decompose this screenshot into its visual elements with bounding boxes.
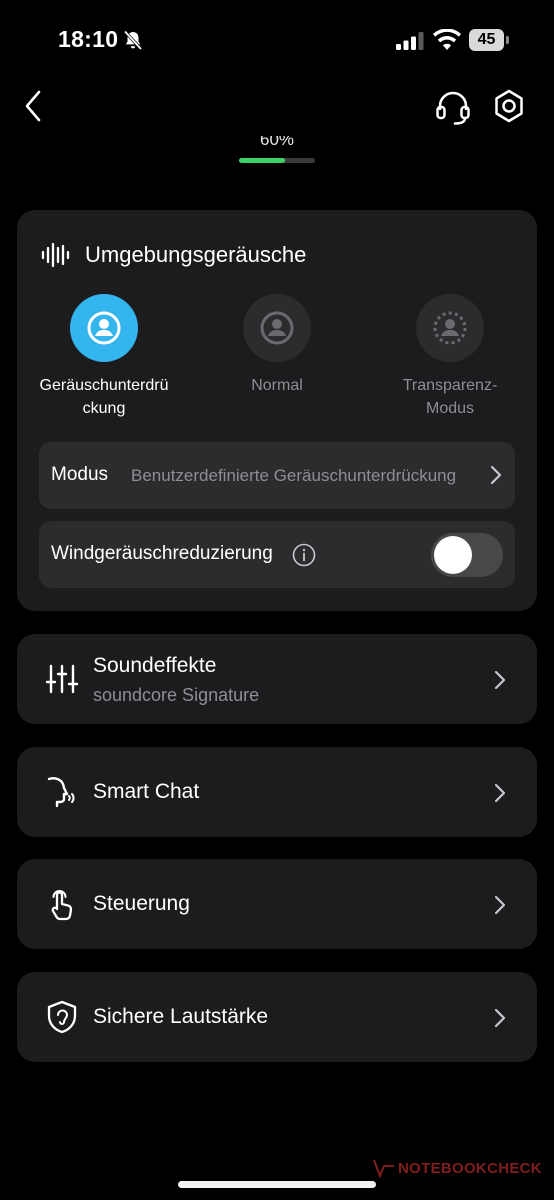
mode-transparency[interactable]: Transparenz- Modus — [363, 294, 537, 420]
chevron-right-icon — [494, 1008, 506, 1028]
modus-row[interactable]: Modus Benutzerdefinierte Geräuschunterdr… — [39, 442, 515, 509]
nav-steuerung[interactable]: Steuerung — [17, 859, 537, 949]
transparency-glyph — [433, 311, 467, 345]
nav-smart-chat[interactable]: Smart Chat — [17, 747, 537, 837]
chevron-right-icon — [490, 465, 502, 485]
mode-noise-cancelling[interactable]: Geräuschunterdrü ckung — [17, 294, 191, 420]
gear-icon[interactable] — [491, 88, 527, 126]
status-time: 18:10 — [58, 26, 119, 52]
notebookcheck-logo-icon — [373, 1159, 394, 1178]
nav-sichere-lautstaerke[interactable]: Sichere Lautstärke — [17, 972, 537, 1062]
battery-bar-fill — [239, 158, 285, 163]
battery-icon: 45 — [469, 29, 509, 51]
noise-cancel-glyph — [87, 311, 121, 345]
bell-slash-icon — [123, 30, 143, 51]
mode-label: Normal — [251, 377, 303, 394]
ambient-sound-card: Umgebungsgeräusche Geräuschunterdrü ckun… — [17, 210, 537, 611]
modus-value: Benutzerdefinierte Geräuschunterdrückung — [131, 466, 457, 485]
headset-icon[interactable] — [434, 88, 472, 126]
nav-subtitle: soundcore Signature — [93, 685, 260, 705]
wifi-icon — [433, 29, 461, 50]
nav-soundeffekte[interactable]: Soundeffekte soundcore Signature — [17, 634, 537, 724]
chevron-right-icon — [494, 670, 506, 690]
wind-noise-toggle[interactable] — [431, 533, 503, 577]
equalizer-sliders-icon — [45, 664, 79, 694]
noise-cancel-icon[interactable] — [70, 294, 138, 362]
signal-icon — [396, 32, 424, 50]
chevron-right-icon — [494, 895, 506, 915]
nav-title: Soundeffekte — [93, 654, 217, 677]
toggle-knob — [434, 536, 472, 574]
battery-bar — [239, 158, 315, 163]
watermark: NOTEBOOKCHECK — [398, 1160, 542, 1177]
touch-hand-icon — [51, 890, 73, 921]
wind-noise-label: Windgeräuschreduzierung — [51, 543, 273, 564]
normal-mode-icon[interactable] — [243, 294, 311, 362]
battery-tip — [506, 36, 509, 44]
normal-mode-glyph — [260, 311, 294, 345]
ambient-title: Umgebungsgeräusche — [85, 242, 307, 267]
transparency-icon[interactable] — [416, 294, 484, 362]
sound-wave-icon — [41, 242, 70, 268]
nav-title: Steuerung — [93, 892, 190, 915]
chevron-right-icon — [494, 783, 506, 803]
nav-title: Sichere Lautstärke — [93, 1005, 269, 1028]
back-chevron-icon[interactable] — [20, 88, 48, 124]
speaking-head-icon — [47, 777, 75, 808]
wind-noise-row: Windgeräuschreduzierung — [39, 521, 515, 588]
mode-label: Transparenz- Modus — [402, 377, 498, 417]
nav-title: Smart Chat — [93, 780, 200, 803]
status-bar: 18:10 45 — [0, 0, 554, 80]
battery-level: 45 — [469, 29, 504, 51]
battery-percent: 60% — [259, 136, 295, 148]
home-indicator[interactable] — [178, 1181, 376, 1188]
info-icon[interactable] — [292, 543, 316, 567]
mode-normal[interactable]: Normal — [190, 294, 364, 397]
mode-label: Geräuschunterdrü ckung — [39, 377, 169, 417]
modus-label: Modus — [51, 464, 109, 485]
ear-shield-icon — [47, 1000, 77, 1034]
